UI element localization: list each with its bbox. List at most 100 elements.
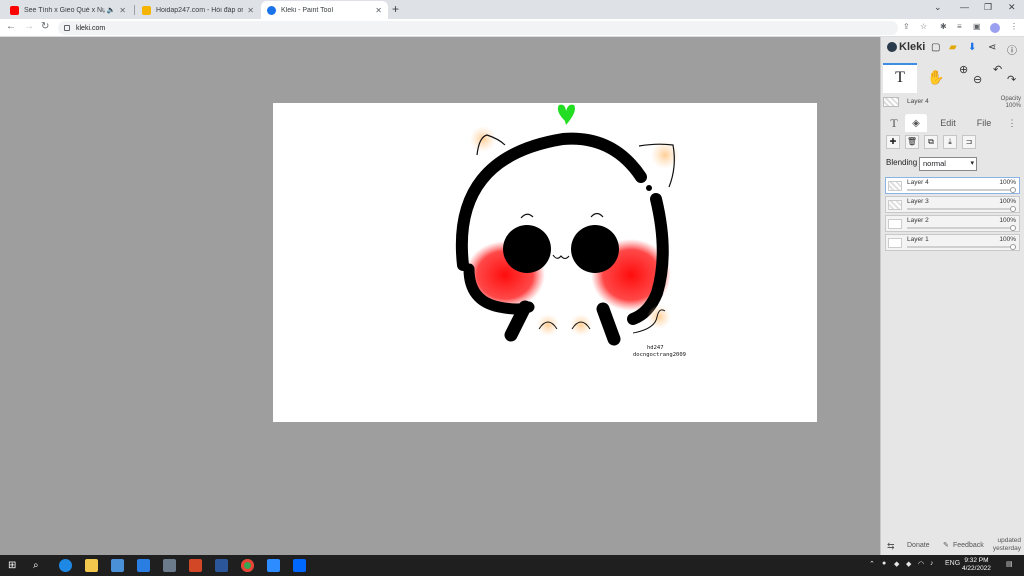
layer-item-1[interactable]: Layer 1 100% (885, 234, 1020, 251)
layer-opacity: 100% (999, 217, 1016, 224)
back-icon[interactable]: ← (6, 21, 16, 32)
zoom-app-icon[interactable] (267, 559, 280, 572)
edge-icon[interactable] (59, 559, 72, 572)
help-icon[interactable]: ⓘ (1007, 42, 1017, 57)
windows-start-icon[interactable]: ⊞ (8, 559, 21, 572)
layer-opacity: 100% (999, 179, 1016, 186)
current-layer-name: Layer 4 (907, 98, 929, 105)
more-options-icon[interactable]: ⋮ (1005, 114, 1019, 132)
eye-right (571, 225, 619, 273)
restore-icon[interactable]: ❐ (984, 2, 992, 13)
arm-right (596, 302, 621, 346)
window-close-icon[interactable]: ✕ (1008, 2, 1016, 13)
file-explorer-icon[interactable] (85, 559, 98, 572)
extensions-icon[interactable]: ✱ (940, 22, 947, 31)
new-tab-icon[interactable]: + (392, 2, 399, 16)
language-indicator[interactable]: ENG (945, 560, 960, 567)
tray-chevron-icon[interactable]: ⌃ (869, 560, 875, 568)
hand-tool-icon[interactable]: ✋ (927, 69, 944, 86)
layer-name: Layer 3 (907, 198, 929, 205)
profile-avatar-icon[interactable] (990, 23, 1000, 33)
layer-item-2[interactable]: Layer 2 100% (885, 215, 1020, 232)
layer-thumbnail (888, 200, 902, 210)
share-icon[interactable]: ⇪ (903, 22, 910, 31)
layers-icon: ◈ (912, 118, 920, 129)
download-icon[interactable]: ⬇ (968, 42, 976, 53)
tab-text-tool[interactable]: T (885, 114, 903, 132)
minimize-icon[interactable]: — (960, 2, 969, 12)
windows-taskbar: ⊞ ⌕ ⌃ ● ◆ ◆ ◠ ♪ ENG 9:32 PM 4/22/2022 ▤ (0, 555, 1024, 576)
updated-note[interactable]: updated yesterday (993, 537, 1021, 553)
drawing-canvas[interactable]: hd247 docngoctrang2009 (273, 103, 817, 422)
mail-icon[interactable] (137, 559, 150, 572)
address-bar[interactable]: kleki.com (58, 21, 898, 35)
layer-item-3[interactable]: Layer 3 100% (885, 196, 1020, 213)
tab-title: Hoidap247.com - Hỏi đáp online (156, 6, 244, 14)
close-icon[interactable]: ✕ (119, 6, 126, 15)
kleki-side-panel: Kleki ▢ ▰ ⬇ ⋖ ⓘ T ✋ ⊕ ⊖ ↶ ↷ Layer 4 Opac… (880, 37, 1024, 555)
forward-icon[interactable]: → (24, 21, 34, 32)
powerpoint-icon[interactable] (189, 559, 202, 572)
panel-tabs: T ◈ Edit File ⋮ (881, 114, 1024, 132)
new-image-icon[interactable]: ▢ (931, 42, 940, 53)
tray-app-icon[interactable]: ◆ (894, 560, 899, 568)
text-tool-button[interactable]: T (883, 63, 917, 93)
browser-tab-hoidap[interactable]: Hoidap247.com - Hỏi đáp online ✕ (136, 1, 260, 19)
tab-title: See Tình x Gieo Quẻ x Nụ Cư (24, 6, 105, 14)
taskbar-clock[interactable]: 9:32 PM 4/22/2022 (962, 557, 991, 573)
layer-opacity-slider[interactable] (907, 244, 1016, 250)
reading-list-icon[interactable]: ≡ (957, 22, 962, 31)
kleki-favicon-icon (267, 5, 276, 15)
tool-row: T ✋ ⊕ ⊖ ↶ ↷ (881, 63, 1024, 93)
tab-file[interactable]: File (969, 114, 999, 132)
notifications-icon[interactable]: ▤ (1006, 560, 1013, 568)
layer-item-4[interactable]: Layer 4 100% (885, 177, 1020, 194)
chrome-icon[interactable] (241, 559, 254, 572)
close-icon[interactable]: ✕ (375, 6, 382, 15)
menu-kebab-icon[interactable]: ⋮ (1010, 22, 1018, 31)
opacity-value: 100% (1005, 103, 1021, 109)
bookmark-star-icon[interactable]: ☆ (920, 22, 927, 31)
blending-select[interactable]: normal ▾ (919, 157, 977, 171)
layer-actions: ✚ 🗑 ⧉ ⤓ ⊐ (881, 135, 1024, 151)
open-folder-icon[interactable]: ▰ (949, 42, 957, 53)
undo-icon[interactable]: ↶ (993, 63, 1002, 76)
add-layer-button[interactable]: ✚ (886, 135, 900, 149)
duplicate-layer-button[interactable]: ⧉ (924, 135, 938, 149)
tab-edit[interactable]: Edit (931, 114, 965, 132)
zoom-in-icon[interactable]: ⊕ (959, 63, 968, 76)
side-panel-icon[interactable]: ▣ (973, 22, 981, 31)
volume-icon[interactable]: ♪ (930, 560, 934, 567)
tray-app-icon[interactable]: ◆ (906, 560, 911, 568)
search-icon[interactable]: ⌕ (33, 559, 46, 572)
delete-layer-button[interactable]: 🗑 (905, 135, 919, 149)
feedback-link[interactable]: Feedback (953, 542, 984, 549)
app-name: Kleki (899, 41, 926, 53)
opacity-label: Opacity (1000, 96, 1021, 102)
close-icon[interactable]: ✕ (247, 6, 254, 15)
layer-properties-button[interactable]: ⊐ (962, 135, 976, 149)
ear-glow-left (470, 126, 496, 152)
donate-link[interactable]: Donate (907, 542, 930, 549)
merge-down-button[interactable]: ⤓ (943, 135, 957, 149)
reload-icon[interactable]: ↻ (41, 21, 49, 32)
updated-line-1: updated (997, 537, 1022, 544)
tab-search-icon[interactable]: ⌄ (934, 2, 942, 13)
share-icon[interactable]: ⋖ (988, 42, 996, 53)
swap-icon[interactable]: ⇆ (887, 541, 895, 552)
word-icon[interactable] (215, 559, 228, 572)
redo-icon[interactable]: ↷ (1007, 73, 1016, 86)
layer-opacity-slider[interactable] (907, 225, 1016, 231)
camera-icon[interactable] (163, 559, 176, 572)
store-icon[interactable] (111, 559, 124, 572)
layer-opacity-slider[interactable] (907, 187, 1016, 193)
layer-name: Layer 1 (907, 236, 929, 243)
browser-tab-kleki[interactable]: Kleki - Paint Tool ✕ (261, 1, 388, 19)
wifi-icon[interactable]: ◠ (918, 560, 924, 568)
mic-icon[interactable]: ● (882, 560, 886, 567)
browser-tab-youtube[interactable]: See Tình x Gieo Quẻ x Nụ Cư 🔈 ✕ (4, 1, 132, 19)
layer-opacity-slider[interactable] (907, 206, 1016, 212)
tab-layers[interactable]: ◈ (905, 114, 927, 132)
zoom-out-icon[interactable]: ⊖ (973, 73, 982, 86)
zalo-icon[interactable] (293, 559, 306, 572)
